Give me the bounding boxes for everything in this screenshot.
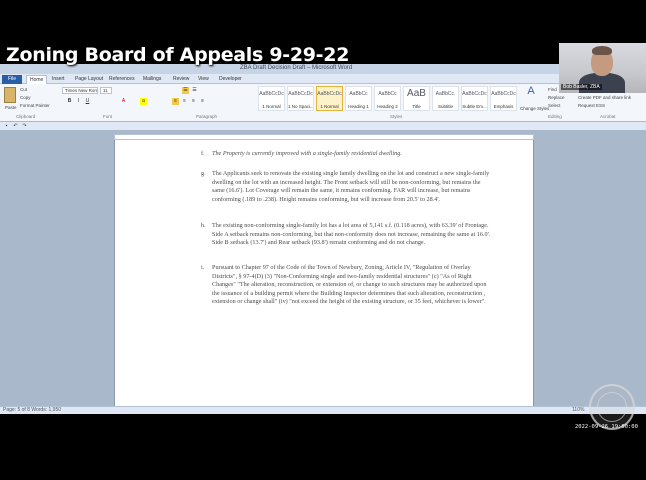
style-no-spacing[interactable]: AaBbCcDc 1 No Spaci... <box>287 86 314 111</box>
style-heading-2[interactable]: AaBbCc Heading 2 <box>374 86 401 111</box>
paragraph-label-i: i. <box>201 264 205 271</box>
font-color-icon[interactable]: A <box>120 98 127 105</box>
bold-button[interactable]: B <box>66 98 73 105</box>
tab-page-layout[interactable]: Page Layout <box>72 75 106 84</box>
align-center-icon[interactable]: ≡ <box>181 98 188 105</box>
webcam-participant-name: Bob Basler, ZBA <box>561 84 602 90</box>
tab-developer[interactable]: Developer <box>216 75 245 84</box>
justify-icon[interactable]: ≡ <box>199 98 206 105</box>
paragraph-f: The Property is currently improved with … <box>212 150 402 157</box>
acrobat-group-label: Acrobat <box>600 114 616 119</box>
webcam-person-body <box>579 73 625 93</box>
video-bottom-letterbox <box>0 414 646 480</box>
copy-button[interactable]: Copy <box>20 95 31 100</box>
find-button[interactable]: Find <box>548 87 557 92</box>
style-heading-1[interactable]: AaBbCc Heading 1 <box>345 86 372 111</box>
format-painter-button[interactable]: Format Painter <box>20 103 50 108</box>
style-subtitle[interactable]: AaBbCc. Subtitle <box>432 86 459 111</box>
paragraph-i: Pursuant to Chapter 97 of the Code of th… <box>212 264 487 305</box>
ribbon-tabs: File Home Insert Page Layout References … <box>0 74 646 84</box>
clipboard-group-label: Clipboard <box>16 114 36 119</box>
quick-access-toolbar: ▪ ↶ ↷ <box>0 122 646 130</box>
ribbon-home: Paste Cut Copy Format Painter Clipboard … <box>0 84 646 122</box>
style-title[interactable]: AaB Title <box>403 86 430 111</box>
cut-button[interactable]: Cut <box>20 87 27 92</box>
video-title: Zoning Board of Appeals 9-29-22 <box>6 44 350 66</box>
tab-view[interactable]: View <box>195 75 212 84</box>
tab-references[interactable]: References <box>106 75 138 84</box>
style-normal[interactable]: AaBbCcDc 1 Normal <box>258 86 285 111</box>
style-normal-selected[interactable]: AaBbCcDc 1 Normal <box>316 86 343 111</box>
replace-button[interactable]: Replace <box>548 95 565 100</box>
align-left-icon[interactable]: ≡ <box>172 98 179 105</box>
word-window: ZBA Draft Decision Draft – Microsoft Wor… <box>0 64 646 414</box>
undo-icon[interactable]: ↶ <box>12 122 19 130</box>
zoom-level[interactable]: 110% <box>572 407 584 413</box>
paste-icon[interactable] <box>4 87 16 103</box>
style-emphasis[interactable]: AaBbCcDc Emphasis <box>490 86 517 111</box>
change-styles-icon[interactable]: A <box>525 86 537 100</box>
font-size-select[interactable]: 11 <box>100 87 112 94</box>
editing-group-label: Editing <box>548 114 562 119</box>
recording-timestamp: 2022-09-26 19:00:00 <box>575 424 638 430</box>
webcam-feed: Bob Basler, ZBA <box>559 43 646 93</box>
save-icon[interactable]: ▪ <box>3 122 10 130</box>
style-subtle-emphasis[interactable]: AaBbCcDc Subtle Em... <box>461 86 488 111</box>
status-page-words: Page: 5 of 8 Words: 1,950 <box>3 407 62 413</box>
paragraph-g: The Applicants seek to renovate the exis… <box>212 170 490 203</box>
document-area: f. The Property is currently improved wi… <box>0 140 646 406</box>
change-styles-button[interactable]: Change Styles <box>520 106 549 111</box>
paragraph-label-f: f. <box>201 150 205 157</box>
paragraph-label-h: h. <box>201 222 206 229</box>
tab-review[interactable]: Review <box>170 75 192 84</box>
align-right-icon[interactable]: ≡ <box>190 98 197 105</box>
font-name-select[interactable]: Times New Roman <box>62 87 98 94</box>
highlight-icon[interactable]: a <box>140 98 147 105</box>
select-button[interactable]: Select <box>548 103 561 108</box>
font-group-label: Font <box>103 114 113 119</box>
webcam-person-hair <box>592 46 612 55</box>
styles-group-label: Styles <box>390 114 403 119</box>
create-pdf-share-button[interactable]: Create PDF and share link <box>578 95 631 100</box>
underline-button[interactable]: U <box>84 98 91 105</box>
tab-insert[interactable]: Insert <box>49 75 68 84</box>
paragraph-h: The existing non-conforming single-famil… <box>212 222 491 246</box>
status-bar: Page: 5 of 8 Words: 1,950 110% <box>0 406 646 414</box>
paragraph-label-g: g. <box>201 170 206 177</box>
request-ess-button[interactable]: Request ESS <box>578 103 605 108</box>
numbering-icon[interactable]: ☰ <box>191 87 198 94</box>
paragraph-group-label: Paragraph <box>196 114 218 119</box>
tab-mailings[interactable]: Mailings <box>140 75 164 84</box>
paste-label[interactable]: Paste <box>5 105 17 110</box>
document-page[interactable]: f. The Property is currently improved wi… <box>114 140 534 406</box>
tab-file[interactable]: File <box>2 75 22 84</box>
tab-home[interactable]: Home <box>26 75 48 84</box>
italic-button[interactable]: I <box>75 98 82 105</box>
redo-icon[interactable]: ↷ <box>21 122 28 130</box>
bullets-icon[interactable]: ☰ <box>182 87 189 94</box>
video-top-letterbox <box>0 0 646 42</box>
